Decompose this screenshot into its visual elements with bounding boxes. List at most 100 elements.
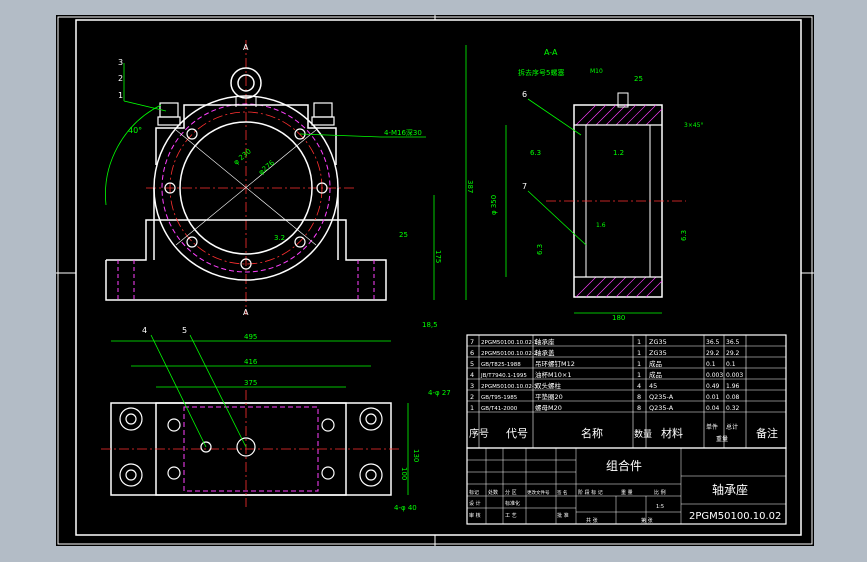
dim-holes-bottom: 4-φ 40 bbox=[394, 504, 417, 512]
tb-change: 更改文件号 bbox=[527, 489, 550, 496]
bom-cell-unit_wt: 0.1 bbox=[706, 361, 716, 368]
dim-holes-right: 4-φ 27 bbox=[428, 389, 451, 397]
bom-cell-name: 平垫圈20 bbox=[535, 392, 563, 401]
tb-zone: 分 区 bbox=[505, 489, 517, 496]
bom-cell-total_wt: 29.2 bbox=[726, 350, 740, 357]
bom-cell-total_wt: 0.1 bbox=[726, 361, 736, 368]
section-label: A-A bbox=[544, 48, 558, 57]
tb-stage: 阶 段 标 记 bbox=[578, 489, 603, 496]
drawing-canvas[interactable]: A A 3 2 1 40° 4-M16深30 387 175 18,5 φ 23… bbox=[56, 15, 814, 546]
section-note: 拆去序号5螺塞 bbox=[518, 68, 564, 77]
dim-387: 387 bbox=[466, 180, 474, 193]
bom-cell-name: 双头螺柱 bbox=[535, 381, 562, 390]
rough-16: 1.6 bbox=[596, 222, 606, 229]
bom-cell-name: 轴承盖 bbox=[535, 348, 555, 357]
rough-32: 3.2 bbox=[274, 234, 285, 242]
callout-7: 7 bbox=[522, 182, 527, 191]
bom-cell-no: 7 bbox=[470, 338, 474, 346]
bom-cell-no: 4 bbox=[470, 371, 474, 379]
bom-cell-unit_wt: 29.2 bbox=[706, 350, 720, 357]
dim-18-5: 18,5 bbox=[422, 321, 438, 329]
dim-175: 175 bbox=[434, 250, 442, 263]
dim-130: 130 bbox=[412, 449, 420, 462]
leader-6 bbox=[527, 98, 582, 136]
bom-cell-code: JB/T7940.1-1995 bbox=[480, 373, 527, 379]
bom-cell-no: 2 bbox=[470, 393, 474, 401]
bom-cell-material: Q235-A bbox=[649, 404, 674, 412]
bom-cell-unit_wt: 0.04 bbox=[706, 405, 720, 412]
bom-header-unit: 单件 bbox=[706, 423, 718, 431]
bom-cell-code: GB/T95-1985 bbox=[481, 395, 518, 401]
bom-cell-code: 2PGM50100.10.02-3 bbox=[481, 384, 538, 390]
bom-header-qty: 数量 bbox=[634, 428, 652, 440]
bom-cell-no: 1 bbox=[470, 404, 474, 412]
callout-6: 6 bbox=[522, 90, 527, 99]
bom-cell-name: 螺母M20 bbox=[535, 403, 562, 412]
bom-cell-total_wt: 0.32 bbox=[726, 405, 740, 412]
top-base-holes bbox=[119, 407, 383, 487]
bom-header-weight: 重量 bbox=[716, 435, 728, 443]
bom-cell-qty: 1 bbox=[637, 349, 641, 357]
bom-header-total: 总计 bbox=[726, 423, 738, 431]
tb-scale: 比 例 bbox=[654, 489, 666, 496]
rough-25-sec: 25 bbox=[634, 75, 643, 83]
tb-sheet-total: 共 张 bbox=[586, 517, 598, 524]
leader-4 bbox=[150, 334, 207, 448]
callout-4: 4 bbox=[142, 326, 147, 335]
washer-right bbox=[311, 116, 335, 126]
bom-header-code: 代号 bbox=[506, 427, 528, 440]
bom-cell-unit_wt: 0.003 bbox=[706, 372, 723, 379]
top-view: 495 416 375 130 100 4-φ 27 4-φ 40 4 5 bbox=[101, 326, 451, 512]
tb-sheet: 第 张 bbox=[641, 517, 653, 524]
bom-cell-total_wt: 36.5 bbox=[726, 339, 740, 346]
section-view: A-A 拆去序号5螺塞 M10 25 3×45° 1.2 1.6 6.3 6.3… bbox=[490, 48, 703, 322]
bom-header: 序号 代号 名称 数量 材料 单件 总计 重量 备注 bbox=[469, 423, 778, 443]
leader-m16 bbox=[299, 133, 382, 138]
tb-design: 设 计 bbox=[469, 500, 481, 507]
title-block: 组合件 轴承座 2PGM50100.10.02 标记 处数 分 区 更改文件号 … bbox=[466, 447, 787, 525]
bom-cell-name: 油杯M10×1 bbox=[535, 370, 571, 379]
rough-63-right: 6.3 bbox=[680, 230, 688, 241]
callout-2: 2 bbox=[118, 74, 123, 83]
bom-cell-code: GB/T41-2000 bbox=[481, 406, 518, 412]
section-hatch-top bbox=[575, 104, 663, 126]
bom-cell-code: 2PGM50100.10.02-2 bbox=[481, 351, 537, 357]
tb-weight: 重 量 bbox=[621, 489, 633, 496]
bom-cell-no: 6 bbox=[470, 349, 474, 357]
leader-5 bbox=[189, 334, 247, 448]
bom-cell-no: 3 bbox=[470, 382, 474, 390]
cad-viewport[interactable]: A A 3 2 1 40° 4-M16深30 387 175 18,5 φ 23… bbox=[0, 0, 867, 562]
bom-cell-code: GB/T825-1988 bbox=[481, 362, 521, 368]
bom-cell-material: 45 bbox=[649, 382, 657, 390]
bom-cell-material: ZG35 bbox=[649, 338, 667, 346]
drawing-title: 轴承座 bbox=[712, 482, 748, 497]
rough-25-front: 25 bbox=[399, 231, 408, 239]
bom-cell-material: 成品 bbox=[649, 359, 662, 368]
dim-dia-350: φ 350 bbox=[490, 195, 498, 215]
bom-cell-qty: 1 bbox=[637, 338, 641, 346]
bom-header-name: 名称 bbox=[581, 426, 603, 440]
bom-cell-name: 轴承座 bbox=[535, 337, 555, 346]
angle-40: 40° bbox=[128, 126, 142, 135]
dim-180: 180 bbox=[612, 314, 625, 322]
rough-63-left: 6.3 bbox=[530, 149, 541, 157]
callout-5: 5 bbox=[182, 326, 187, 335]
bom-cell-total_wt: 1.96 bbox=[726, 383, 740, 390]
tb-check: 审 核 bbox=[469, 512, 481, 519]
bom-cell-total_wt: 0.003 bbox=[726, 372, 743, 379]
front-view bbox=[105, 40, 387, 315]
bom-cell-unit_wt: 0.01 bbox=[706, 394, 720, 401]
rough-63-left2: 6.3 bbox=[536, 244, 544, 255]
rough-12: 1.2 bbox=[613, 149, 624, 157]
assembly-label: 组合件 bbox=[606, 458, 642, 473]
dim-100: 100 bbox=[400, 467, 408, 480]
dim-chamfer: 3×45° bbox=[684, 122, 703, 129]
bom-cell-material: 成品 bbox=[649, 370, 662, 379]
dim-375: 375 bbox=[244, 379, 257, 387]
bom-cell-unit_wt: 0.49 bbox=[706, 383, 720, 390]
bom-header-no: 序号 bbox=[469, 427, 489, 440]
bom-cell-qty: 8 bbox=[637, 404, 641, 412]
bom-cell-qty: 4 bbox=[637, 382, 641, 390]
bom-header-material: 材料 bbox=[661, 426, 683, 440]
dim-dia-230: φ 230 bbox=[232, 147, 253, 166]
